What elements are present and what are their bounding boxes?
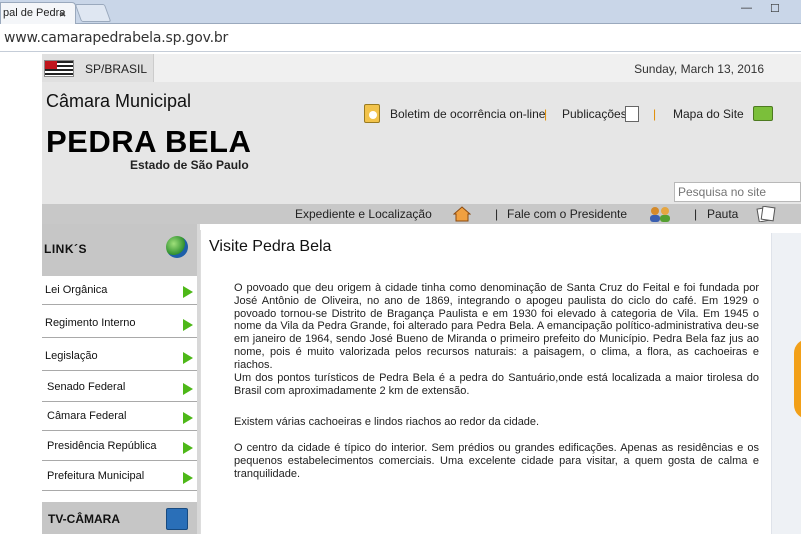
sidebar-item-legislacao[interactable]: Legislação bbox=[42, 342, 197, 371]
page: SP/BRASIL Sunday, March 13, 2016 Câmara … bbox=[42, 54, 801, 534]
arrow-right-icon bbox=[183, 352, 193, 364]
arrow-right-icon bbox=[183, 319, 193, 331]
globe-cursor-icon bbox=[166, 236, 188, 258]
site-header: Câmara Municipal PEDRA BELA Estado de Sã… bbox=[42, 82, 801, 241]
sidebar-item-label: Lei Orgânica bbox=[45, 284, 108, 296]
main-nav: Expediente e Localização | Fale com o Pr… bbox=[42, 204, 801, 224]
sidebar-item-regimento-interno[interactable]: Regimento Interno bbox=[42, 309, 197, 338]
current-date: Sunday, March 13, 2016 bbox=[634, 62, 764, 76]
paragraph-waterfalls: Existem várias cachoeiras e lindos riach… bbox=[234, 416, 540, 428]
separator: | bbox=[495, 207, 499, 221]
browser-tab-bar: pal de Pedra × — ☐ bbox=[0, 0, 801, 24]
paragraph-center: O centro da cidade é típico do interior.… bbox=[234, 442, 759, 480]
tab-title: pal de Pedra bbox=[3, 7, 66, 19]
top-strip: SP/BRASIL Sunday, March 13, 2016 bbox=[42, 54, 801, 82]
sidebar-item-camara-federal[interactable]: Câmara Federal bbox=[42, 402, 197, 431]
sidebar-item-presidencia-republica[interactable]: Presidência República bbox=[42, 432, 197, 461]
search-input[interactable] bbox=[674, 182, 801, 202]
city-name: PEDRA BELA bbox=[46, 124, 252, 159]
sidebar-item-label: Senado Federal bbox=[47, 381, 126, 393]
maximize-icon[interactable]: ☐ bbox=[770, 2, 780, 18]
sidebar-item-label: Câmara Federal bbox=[47, 410, 127, 422]
publicacoes-link[interactable]: Publicações bbox=[562, 107, 627, 121]
people-icon[interactable] bbox=[648, 206, 672, 222]
minimize-icon[interactable]: — bbox=[741, 2, 752, 18]
address-bar[interactable]: www.camarapedrabela.sp.gov.br bbox=[0, 24, 801, 52]
sidebar-item-lei-organica[interactable]: Lei Orgânica bbox=[42, 276, 197, 305]
document-icon[interactable] bbox=[625, 106, 639, 122]
page-title: Visite Pedra Bela bbox=[209, 238, 332, 255]
mapa-link[interactable]: Mapa do Site bbox=[673, 107, 744, 121]
content-border bbox=[200, 230, 201, 534]
arrow-right-icon bbox=[183, 412, 193, 424]
separator: | bbox=[653, 107, 657, 121]
arrow-right-icon bbox=[183, 286, 193, 298]
links-header: LINK´S bbox=[42, 224, 197, 276]
sidebar-item-label: Regimento Interno bbox=[45, 317, 136, 329]
arrow-right-icon bbox=[183, 442, 193, 454]
tv-icon bbox=[166, 508, 188, 530]
paragraph-tourism: Um dos pontos turísticos de Pedra Bela é… bbox=[234, 372, 759, 397]
sidebar: LINK´S Lei Orgânica Regimento Interno Le… bbox=[42, 224, 197, 534]
boletim-link[interactable]: Boletim de ocorrência on-line bbox=[390, 107, 545, 121]
browser-tab[interactable]: pal de Pedra × bbox=[0, 2, 76, 24]
new-tab-button[interactable] bbox=[74, 4, 112, 22]
state-box: SP/BRASIL bbox=[42, 54, 154, 82]
sitemap-icon[interactable] bbox=[753, 106, 773, 121]
org-name: Câmara Municipal bbox=[46, 91, 192, 111]
sp-flag-icon bbox=[44, 60, 74, 77]
state-name: Estado de São Paulo bbox=[130, 158, 249, 172]
paragraph-history: O povoado que deu origem à cidade tinha … bbox=[234, 282, 759, 371]
tv-camara-header[interactable]: TV-CÂMARA bbox=[42, 502, 197, 534]
sidebar-item-label: Presidência República bbox=[47, 440, 157, 452]
right-banner-edge bbox=[794, 339, 801, 419]
links-title: LINK´S bbox=[44, 242, 87, 256]
boletim-icon[interactable] bbox=[364, 104, 380, 123]
nav-fale[interactable]: Fale com o Presidente bbox=[507, 207, 627, 221]
home-icon[interactable] bbox=[453, 206, 471, 222]
main-content: Visite Pedra Bela O povoado que deu orig… bbox=[200, 230, 770, 534]
separator: | bbox=[694, 207, 698, 221]
sidebar-item-label: Legislação bbox=[45, 350, 98, 362]
arrow-right-icon bbox=[183, 383, 193, 395]
tab-close-icon[interactable]: × bbox=[59, 7, 66, 21]
sidebar-item-label: Prefeitura Municipal bbox=[47, 470, 145, 482]
url-text[interactable]: www.camarapedrabela.sp.gov.br bbox=[4, 30, 228, 46]
nav-pauta[interactable]: Pauta bbox=[707, 207, 738, 221]
state-label: SP/BRASIL bbox=[85, 62, 148, 76]
tv-camara-title: TV-CÂMARA bbox=[48, 512, 120, 526]
separator: | bbox=[544, 107, 548, 121]
documents-icon[interactable] bbox=[756, 206, 776, 222]
sidebar-item-senado-federal[interactable]: Senado Federal bbox=[42, 373, 197, 402]
nav-expediente[interactable]: Expediente e Localização bbox=[295, 207, 432, 221]
arrow-right-icon bbox=[183, 472, 193, 484]
sidebar-item-prefeitura-municipal[interactable]: Prefeitura Municipal bbox=[42, 462, 197, 491]
